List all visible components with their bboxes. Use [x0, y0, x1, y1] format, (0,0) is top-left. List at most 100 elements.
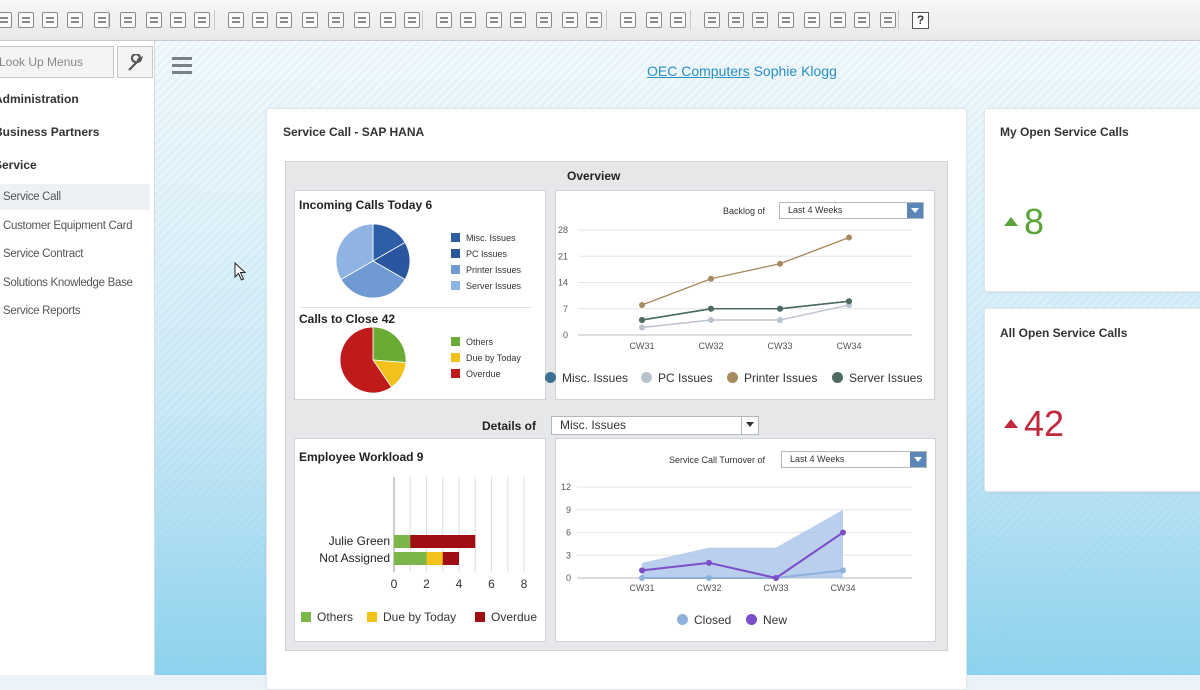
- legend-item: Others: [451, 337, 493, 347]
- legend-swatch: [451, 369, 460, 378]
- toolbar-button-icon[interactable]: [830, 12, 846, 28]
- toolbar-button-icon[interactable]: [586, 12, 602, 28]
- my-open-calls-value: 8: [1024, 201, 1045, 242]
- x-tick-label: CW31: [629, 341, 654, 351]
- legend-swatch: [545, 372, 556, 383]
- toolbar-button-icon[interactable]: [328, 12, 344, 28]
- chevron-down-icon[interactable]: [910, 452, 926, 467]
- toolbar-button-icon[interactable]: [486, 12, 502, 28]
- toolbar-button-icon[interactable]: [670, 12, 686, 28]
- toolbar-button-icon[interactable]: [704, 12, 720, 28]
- toolbar-button-icon[interactable]: [536, 12, 552, 28]
- all-open-calls-title: All Open Service Calls: [1000, 326, 1128, 340]
- sidebar: Look Up Menus Administration Business Pa…: [0, 41, 155, 675]
- toolbar-button-icon[interactable]: [752, 12, 768, 28]
- legend-item: Printer Issues: [451, 265, 521, 275]
- lookup-menus-input[interactable]: Look Up Menus: [0, 46, 114, 78]
- legend-item: Misc. Issues: [545, 371, 628, 385]
- y-tick-label: 0: [566, 573, 571, 583]
- y-tick-label: 0: [563, 330, 568, 340]
- legend-swatch: [727, 372, 738, 383]
- chevron-down-icon[interactable]: [741, 417, 758, 434]
- toolbar-button-icon[interactable]: [354, 12, 370, 28]
- sidebar-category-business-partners[interactable]: Business Partners: [0, 125, 99, 139]
- toolbar-button-icon[interactable]: [252, 12, 268, 28]
- x-tick-label: 0: [391, 577, 398, 591]
- toolbar-button-icon[interactable]: [404, 12, 420, 28]
- toolbar-button-icon[interactable]: [778, 12, 794, 28]
- legend-swatch: [451, 265, 460, 274]
- toolbar-button-icon[interactable]: [228, 12, 244, 28]
- series-line: [641, 236, 850, 306]
- legend-item: Overdue: [451, 369, 501, 379]
- turnover-select[interactable]: Last 4 Weeks: [781, 451, 927, 468]
- up-triangle-icon: [1004, 217, 1018, 226]
- toolbar-button-icon[interactable]: [854, 12, 870, 28]
- turnover-label: Service Call Turnover of: [669, 455, 766, 465]
- toolbar-button-icon[interactable]: [18, 12, 34, 28]
- hamburger-menu-icon[interactable]: [172, 57, 192, 77]
- data-point: [639, 302, 645, 308]
- toolbar-separator: [690, 10, 691, 30]
- toolbar-button-icon[interactable]: [42, 12, 58, 28]
- toolbar-button-icon[interactable]: [146, 12, 162, 28]
- toolbar-button-icon[interactable]: [620, 12, 636, 28]
- legend-item: Due by Today: [367, 610, 456, 624]
- user-name[interactable]: Sophie Klogg: [754, 63, 837, 79]
- legend-swatch: [451, 249, 460, 258]
- x-tick-label: 2: [423, 577, 430, 591]
- wrench-icon[interactable]: [117, 46, 153, 78]
- sidebar-item-customer-equipment-card[interactable]: Customer Equipment Card: [0, 213, 150, 239]
- toolbar-button-icon[interactable]: [460, 12, 476, 28]
- sidebar-item-solutions-knowledge-base[interactable]: Solutions Knowledge Base: [0, 270, 150, 296]
- backlog-select[interactable]: Last 4 Weeks: [779, 202, 924, 219]
- x-tick-label: CW34: [830, 583, 855, 593]
- toolbar-button-icon[interactable]: [194, 12, 210, 28]
- toolbar-button-icon[interactable]: [510, 12, 526, 28]
- legend-label: Printer Issues: [466, 265, 522, 275]
- toolbar-button-icon[interactable]: [646, 12, 662, 28]
- toolbar-button-icon[interactable]: [380, 12, 396, 28]
- toolbar-button-icon[interactable]: [120, 12, 136, 28]
- legend-swatch: [451, 337, 460, 346]
- sidebar-category-service[interactable]: Service: [0, 158, 37, 172]
- toolbar-button-icon[interactable]: [804, 12, 820, 28]
- sidebar-item-service-contract[interactable]: Service Contract: [0, 241, 150, 267]
- legend-item: Due by Today: [451, 353, 521, 363]
- data-point: [840, 529, 846, 536]
- y-tick-label: 28: [558, 225, 568, 235]
- turnover-select-value: Last 4 Weeks: [790, 454, 845, 464]
- sidebar-category-administration[interactable]: Administration: [0, 92, 79, 106]
- sidebar-item-service-reports[interactable]: Service Reports: [0, 298, 150, 324]
- toolbar-button-icon[interactable]: [562, 12, 578, 28]
- help-icon[interactable]: ?: [912, 12, 929, 29]
- chevron-down-icon[interactable]: [907, 203, 923, 218]
- data-point: [639, 317, 645, 323]
- sidebar-item-service-call[interactable]: Service Call: [0, 184, 150, 210]
- toolbar-button-icon[interactable]: [302, 12, 318, 28]
- toolbar-button-icon[interactable]: [728, 12, 744, 28]
- backlog-label: Backlog of: [723, 206, 766, 216]
- details-select[interactable]: Misc. Issues: [551, 416, 759, 435]
- toolbar-button-icon[interactable]: [67, 12, 83, 28]
- legend-item: PC Issues: [451, 249, 507, 259]
- overview-title: Overview: [567, 169, 621, 183]
- legend-swatch: [367, 612, 377, 622]
- data-point: [708, 275, 714, 282]
- legend-item: PC Issues: [641, 371, 713, 385]
- legend-item: Server Issues: [451, 281, 521, 291]
- legend-label: PC Issues: [466, 249, 508, 259]
- details-select-value: Misc. Issues: [560, 418, 627, 432]
- legend-item: Misc. Issues: [451, 233, 516, 243]
- legend-swatch: [746, 614, 757, 625]
- toolbar: ?: [0, 0, 1200, 41]
- data-point: [777, 260, 783, 267]
- toolbar-button-icon[interactable]: [170, 12, 186, 28]
- company-link[interactable]: OEC Computers: [647, 63, 750, 79]
- toolbar-button-icon[interactable]: [276, 12, 292, 28]
- toolbar-button-icon[interactable]: [880, 12, 896, 28]
- bar-segment: [394, 552, 427, 565]
- toolbar-button-icon[interactable]: [436, 12, 452, 28]
- toolbar-button-icon[interactable]: [0, 12, 12, 28]
- legend-item: Overdue: [475, 610, 537, 624]
